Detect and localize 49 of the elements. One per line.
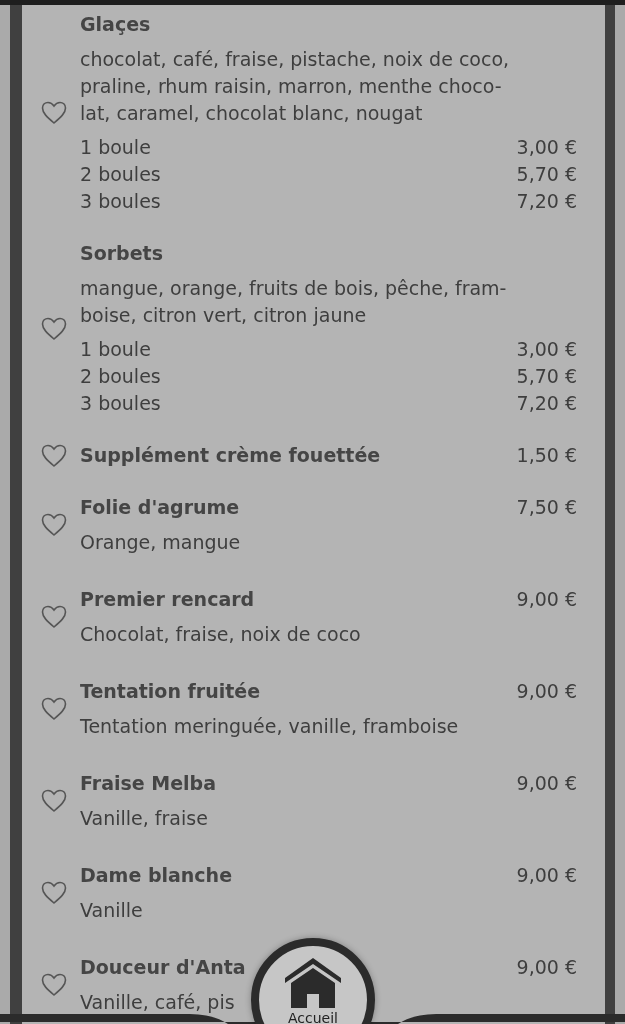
price: 1,50 € [516, 443, 577, 468]
home-icon [283, 956, 343, 1008]
item-description: Vanille [80, 898, 143, 923]
item-name: Tentation fruitée [80, 679, 261, 704]
heart-icon[interactable] [41, 973, 67, 997]
heart-icon[interactable] [41, 697, 67, 721]
item-name: Folie d'agrume [80, 495, 240, 520]
flavor-list: boise, citron vert, citron jaune [80, 302, 367, 329]
price: 9,00 € [516, 771, 577, 796]
size-label: 3 boules [80, 189, 161, 214]
heart-icon[interactable] [41, 101, 67, 125]
flavor-list: mangue, orange, fruits de bois, pêche, fram- [80, 275, 507, 302]
price: 9,00 € [516, 679, 577, 704]
item-description: Vanille, fraise [80, 806, 208, 831]
price: 5,70 € [516, 162, 577, 187]
price: 5,70 € [516, 364, 577, 389]
section-title: Glaçes [80, 13, 151, 35]
size-label: 2 boules [80, 162, 161, 187]
item-name: Dame blanche [80, 863, 233, 888]
size-label: 3 boules [80, 391, 161, 416]
heart-icon[interactable] [41, 881, 67, 905]
item-name: Premier rencard [80, 587, 255, 612]
size-label: 2 boules [80, 364, 161, 389]
heart-icon[interactable] [41, 443, 67, 468]
price: 9,00 € [516, 587, 577, 612]
price: 7,50 € [516, 495, 577, 520]
item-description: Orange, mangue [80, 530, 241, 555]
size-label: 1 boule [80, 337, 151, 362]
heart-icon[interactable] [41, 316, 67, 341]
price: 7,20 € [516, 391, 577, 416]
item-name: Douceur d'Anta [80, 955, 246, 980]
item-name: Supplément crème fouettée [80, 443, 381, 468]
item-description: Chocolat, fraise, noix de coco [80, 622, 361, 647]
item-description: Tentation meringuée, vanille, framboise [80, 714, 459, 739]
flavor-list: praline, rhum raisin, marron, menthe choco- [80, 73, 502, 100]
price: 9,00 € [516, 863, 577, 888]
item-name: Fraise Melba [80, 771, 216, 796]
price: 7,20 € [516, 189, 577, 214]
price: 3,00 € [516, 135, 577, 160]
flavor-list: lat, caramel, chocolat blanc, nougat [80, 100, 423, 127]
price: 3,00 € [516, 337, 577, 362]
heart-icon[interactable] [41, 513, 67, 537]
heart-icon[interactable] [41, 605, 67, 629]
section-title: Sorbets [80, 242, 163, 264]
flavor-list: chocolat, café, fraise, pistache, noix de coco, [80, 46, 510, 73]
item-description: Vanille, café, pis [80, 990, 235, 1015]
size-label: 1 boule [80, 135, 151, 160]
heart-icon[interactable] [41, 789, 67, 813]
price: 9,00 € [516, 955, 577, 980]
